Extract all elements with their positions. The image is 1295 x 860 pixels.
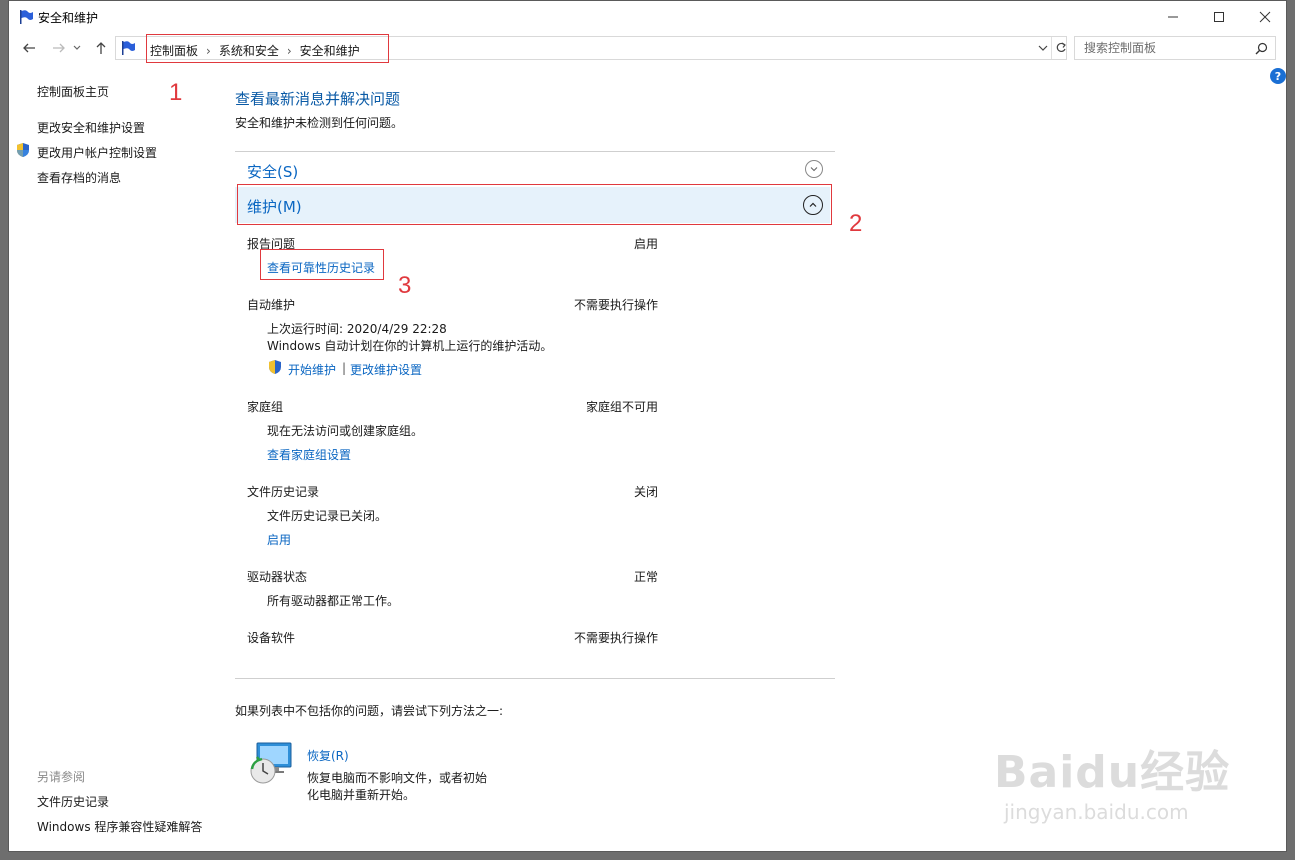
search-icon[interactable] [1255, 42, 1268, 55]
change-maintenance-settings-link[interactable]: 更改维护设置 [350, 361, 422, 378]
maximize-icon [1214, 11, 1224, 22]
arrow-up-icon [96, 42, 106, 54]
recovery-icon[interactable] [247, 741, 293, 785]
drive-status-value: 正常 [634, 570, 659, 584]
start-maintenance-link[interactable]: 开始维护 [288, 361, 336, 378]
close-button[interactable] [1242, 1, 1288, 32]
flag-icon [20, 10, 33, 24]
auto-maintenance-status: 不需要执行操作 [574, 298, 659, 312]
file-history-desc: 文件历史记录已关闭。 [267, 509, 388, 523]
see-also-file-history-link[interactable]: 文件历史记录 [37, 793, 109, 810]
report-problems-status: 启用 [634, 237, 659, 251]
watermark-url: jingyan.baidu.com [1004, 800, 1189, 824]
search-input[interactable] [1075, 37, 1265, 59]
last-run-time: 上次运行时间: 2020/4/29 22:28 [267, 322, 447, 336]
control-panel-flag-icon [122, 41, 135, 55]
divider [235, 151, 835, 152]
homegroup-status: 家庭组不可用 [586, 400, 659, 414]
search-box [1074, 36, 1276, 60]
drive-status-desc: 所有驱动器都正常工作。 [267, 594, 400, 608]
back-button[interactable] [19, 38, 39, 58]
homegroup-label: 家庭组 [247, 400, 284, 414]
uac-shield-icon [17, 143, 29, 157]
sidebar-link-archived-messages[interactable]: 查看存档的消息 [37, 169, 121, 186]
maximize-button[interactable] [1196, 1, 1242, 32]
address-dropdown-icon[interactable] [1038, 43, 1048, 53]
see-also-compatibility-link[interactable]: Windows 程序兼容性疑难解答 [37, 818, 202, 835]
homegroup-desc: 现在无法访问或创建家庭组。 [267, 424, 424, 438]
recovery-desc-line1: 恢复电脑而不影响文件，或者初始 [307, 771, 488, 785]
annotation-box-breadcrumb [146, 34, 389, 63]
recent-pages-button[interactable] [71, 38, 83, 58]
security-section-title: 安全(S) [247, 163, 299, 181]
enable-file-history-link[interactable]: 启用 [267, 531, 291, 548]
expand-security-icon[interactable] [805, 160, 823, 178]
uac-shield-icon [269, 360, 281, 374]
file-history-status: 关闭 [634, 485, 659, 499]
drive-status-label: 驱动器状态 [247, 570, 308, 584]
address-divider [1051, 37, 1052, 59]
annotation-number-2: 2 [849, 210, 863, 237]
watermark-brand: Baidu经验 [994, 747, 1231, 798]
sidebar-link-security-settings[interactable]: 更改安全和维护设置 [37, 119, 145, 136]
auto-maintenance-desc: Windows 自动计划在你的计算机上运行的维护活动。 [267, 339, 553, 353]
file-history-label: 文件历史记录 [247, 485, 320, 499]
close-icon [1259, 11, 1271, 22]
annotation-number-1: 1 [169, 79, 183, 106]
security-section-header[interactable]: 安全(S) [235, 153, 835, 184]
window: 安全和维护 控制面板 › 系统和安全 › 安全和维护 搜索控制面板 ? 控制面板… [8, 0, 1287, 852]
link-divider: | [342, 361, 347, 375]
arrow-left-icon [23, 43, 35, 53]
annotation-number-3: 3 [398, 272, 412, 299]
minimize-icon [1168, 16, 1178, 17]
minimize-button[interactable] [1150, 1, 1196, 32]
up-button[interactable] [91, 38, 111, 58]
footer-hint: 如果列表中不包括你的问题，请尝试下列方法之一: [235, 704, 504, 718]
forward-button[interactable] [49, 38, 69, 58]
help-icon[interactable]: ? [1270, 68, 1286, 84]
divider [235, 678, 835, 679]
auto-maintenance-label: 自动维护 [247, 298, 296, 312]
watermark: Baidu经验 jingyan.baidu.com [994, 736, 1230, 824]
refresh-icon[interactable] [1055, 42, 1067, 54]
arrow-right-icon [53, 43, 65, 53]
annotation-box-reliability [260, 249, 384, 280]
see-also-heading: 另请参阅 [37, 770, 86, 784]
device-software-label: 设备软件 [247, 631, 296, 645]
chevron-down-icon [73, 45, 81, 50]
sidebar-link-uac-settings[interactable]: 更改用户帐户控制设置 [37, 144, 157, 161]
view-homegroup-settings-link[interactable]: 查看家庭组设置 [267, 446, 351, 463]
device-software-status: 不需要执行操作 [574, 631, 659, 645]
annotation-box-maintenance [237, 184, 832, 225]
recovery-desc-line2: 化电脑并重新开始。 [307, 788, 416, 802]
recovery-link[interactable]: 恢复(R) [307, 747, 349, 764]
page-subtitle: 安全和维护未检测到任何问题。 [235, 116, 404, 130]
title-bar: 安全和维护 [9, 1, 1286, 32]
sidebar-home-link[interactable]: 控制面板主页 [37, 83, 109, 100]
page-title: 查看最新消息并解决问题 [235, 90, 401, 108]
window-title: 安全和维护 [38, 11, 99, 25]
